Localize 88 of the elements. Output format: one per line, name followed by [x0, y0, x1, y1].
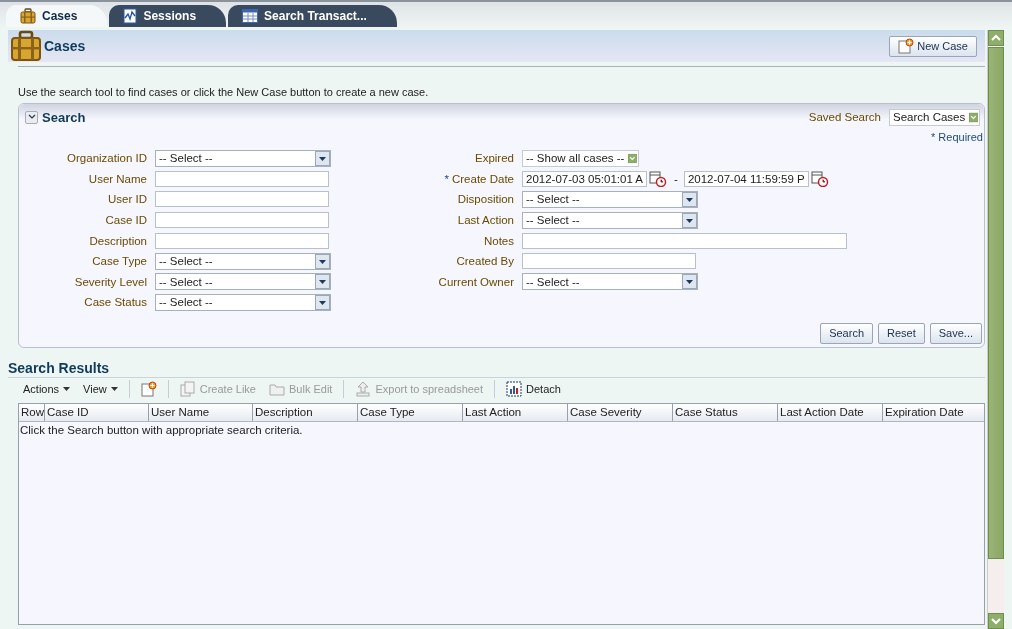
vertical-scrollbar[interactable]	[987, 30, 1004, 629]
dropdown-icon	[682, 212, 697, 228]
tab[interactable]: Search Transact...	[228, 5, 397, 27]
scroll-up-icon[interactable]	[988, 30, 1004, 46]
dropdown-icon	[315, 150, 330, 166]
select-field[interactable]: -- Select --	[155, 293, 331, 311]
disclosure-icon[interactable]	[25, 110, 38, 124]
tab[interactable]: Sessions	[109, 5, 227, 27]
field-label: Disposition	[457, 193, 514, 206]
form-button[interactable]: Search	[820, 322, 873, 344]
panel-title: Search	[42, 109, 86, 125]
menu-button[interactable]: Actions	[18, 378, 76, 399]
field-label: Organization ID	[67, 152, 147, 165]
select-field[interactable]: -- Select --	[522, 273, 698, 291]
select-field[interactable]: -- Select --	[155, 252, 331, 270]
required-mark: *	[444, 172, 449, 185]
field-label: Expired	[475, 152, 514, 165]
select-field[interactable]: -- Select --	[522, 191, 698, 208]
field-label: Case Type	[92, 255, 147, 268]
dropdown-icon	[315, 253, 330, 269]
field-label: Notes	[483, 234, 514, 247]
field-label: Case Status	[84, 296, 147, 309]
dropdown-icon	[315, 294, 330, 310]
calendar-clock-icon	[649, 170, 668, 188]
dropdown-icon	[682, 274, 697, 290]
column-header[interactable]: Last Action	[462, 403, 567, 421]
empty-message: Click the Search button with appropriate search criteria.	[19, 422, 304, 438]
field-label: Current Owner	[438, 275, 514, 288]
tab[interactable]: Cases	[6, 5, 108, 27]
column-header[interactable]: Description	[252, 403, 357, 421]
field-label: Case ID	[105, 214, 147, 227]
column-header[interactable]: Row	[19, 403, 44, 421]
input-field[interactable]	[522, 232, 847, 249]
page-title: Cases	[44, 38, 86, 54]
field-label: Severity Level	[74, 275, 147, 288]
new-case-button[interactable]: New Case	[889, 35, 977, 57]
folder-icon	[269, 381, 285, 396]
column-header[interactable]: Case ID	[44, 403, 148, 421]
range-separator: -	[674, 172, 678, 185]
export-icon	[355, 380, 372, 397]
input-field[interactable]	[155, 170, 329, 187]
menu-button[interactable]: View	[78, 378, 123, 399]
field-label: Saved Search	[808, 111, 881, 123]
dropdown-icon	[315, 274, 330, 290]
required-note: * Required	[931, 131, 983, 143]
field-label: Last Action	[457, 214, 514, 227]
calendar-clock-icon	[810, 170, 829, 188]
caret-icon	[110, 386, 118, 391]
input-field[interactable]	[155, 232, 329, 249]
copy-document-icon	[179, 380, 196, 397]
field-label: Description	[89, 234, 147, 247]
select-field[interactable]: -- Select --	[155, 273, 331, 291]
new-document-icon	[140, 380, 157, 397]
scroll-down-icon[interactable]	[988, 613, 1004, 629]
form-button[interactable]: Save...	[929, 322, 982, 344]
toolbar-button[interactable]: Detach	[501, 378, 566, 399]
input-field[interactable]	[522, 253, 696, 270]
field-label: Created By	[456, 255, 514, 268]
select-field[interactable]: -- Select --	[155, 149, 331, 167]
date-field[interactable]: 2012-07-04 11:59:59 P	[683, 170, 809, 187]
column-header[interactable]: Expiration Date	[882, 403, 984, 421]
dropdown-icon	[969, 109, 978, 125]
chart-document-icon	[123, 8, 138, 24]
form-button[interactable]: Reset	[878, 322, 925, 344]
column-header[interactable]: Case Severity	[567, 403, 672, 421]
saved-search-dropdown[interactable]: Search Cases	[889, 108, 980, 126]
instruction-text: Use the search tool to find cases or click the New Case button to create a new case.	[18, 86, 430, 98]
field-label: User Name	[88, 172, 147, 185]
field-label: Create Date	[452, 172, 514, 185]
input-field[interactable]	[155, 212, 329, 229]
new-document-icon	[898, 38, 915, 54]
input-field[interactable]	[155, 191, 329, 208]
briefcase-icon	[20, 8, 36, 24]
scroll-thumb[interactable]	[988, 47, 1004, 559]
caret-icon	[63, 386, 71, 391]
column-header[interactable]: Case Status	[672, 403, 777, 421]
dropdown-icon	[682, 192, 697, 207]
date-field[interactable]: 2012-07-03 05:01:01 A	[522, 170, 648, 187]
column-header[interactable]: Last Action Date	[777, 403, 882, 421]
column-header[interactable]: Case Type	[357, 403, 462, 421]
column-header[interactable]: User Name	[148, 403, 252, 421]
dropdown-field[interactable]: -- Show all cases --	[522, 149, 639, 167]
window-chart-icon	[506, 380, 523, 397]
table-window-icon	[242, 9, 259, 23]
field-label: User ID	[108, 193, 147, 206]
select-field[interactable]: -- Select --	[522, 211, 698, 229]
section-title: Search Results	[8, 359, 985, 378]
briefcase-icon	[10, 30, 42, 62]
